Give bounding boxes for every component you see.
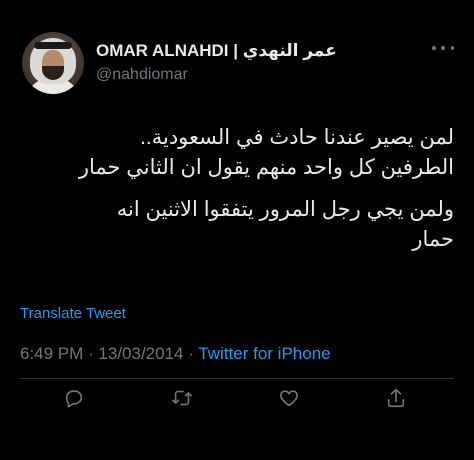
tweet-date[interactable]: 13/03/2014 bbox=[98, 344, 183, 363]
author-display-name[interactable]: OMAR ALNAHDI | عمر النهدي bbox=[96, 41, 337, 61]
tweet-line: حمار bbox=[412, 228, 454, 251]
author-handle[interactable]: @nahdiomar bbox=[96, 66, 188, 84]
tweet-line: ولمن يجي رجل المرور يتفقوا الاثنين انه bbox=[116, 198, 454, 221]
tweet-line: الطرفين كل واحد منهم يقول ان الثاني حمار bbox=[78, 156, 454, 179]
tweet-source[interactable]: Twitter for iPhone bbox=[198, 344, 330, 363]
retweet-icon[interactable] bbox=[170, 386, 194, 410]
divider bbox=[20, 378, 454, 379]
more-dot bbox=[432, 46, 436, 50]
translate-tweet-link[interactable]: Translate Tweet bbox=[20, 305, 126, 322]
meta-separator: · bbox=[83, 344, 99, 363]
share-icon[interactable] bbox=[384, 386, 408, 410]
meta-separator: · bbox=[183, 344, 199, 363]
tweet-text: لمن يصير عندنا حادث في السعودية.. الطرفي… bbox=[14, 123, 454, 255]
tweet-time[interactable]: 6:49 PM bbox=[20, 344, 83, 363]
reply-icon[interactable] bbox=[62, 386, 86, 410]
tweet-line: لمن يصير عندنا حادث في السعودية.. bbox=[140, 126, 454, 149]
more-dot bbox=[450, 46, 454, 50]
like-heart-icon[interactable] bbox=[277, 386, 301, 410]
more-dot bbox=[441, 46, 445, 50]
avatar-agal bbox=[34, 42, 72, 49]
avatar[interactable] bbox=[22, 32, 84, 94]
tweet-meta: 6:49 PM · 13/03/2014 · Twitter for iPhon… bbox=[20, 344, 331, 364]
more-horizontal-icon[interactable] bbox=[432, 40, 454, 56]
